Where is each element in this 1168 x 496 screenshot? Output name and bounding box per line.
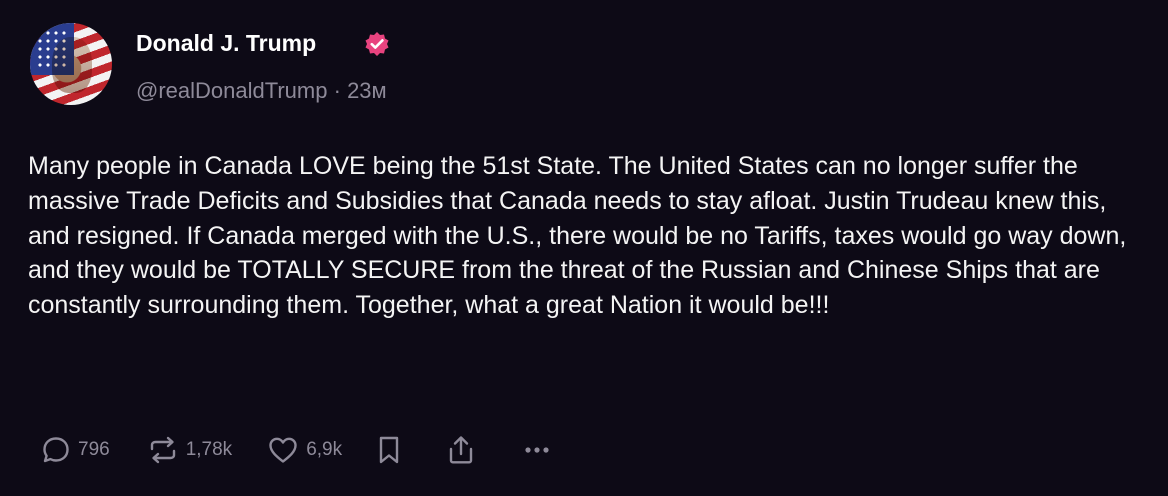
post-meta: @realDonaldTrump · 23м	[136, 78, 387, 104]
reply-button[interactable]: 796	[40, 434, 110, 466]
author-handle[interactable]: @realDonaldTrump	[136, 78, 327, 103]
share-icon	[449, 436, 473, 464]
more-button[interactable]	[522, 434, 552, 466]
post-body: Many people in Canada LOVE being the 51s…	[28, 152, 1127, 320]
repost-button[interactable]: 1,78k	[146, 434, 232, 466]
share-button[interactable]	[446, 434, 476, 466]
post-card: Donald J. Trump @realDonaldTrump · 23м M…	[0, 0, 1168, 496]
repost-icon	[150, 436, 175, 464]
reply-icon	[43, 437, 69, 463]
more-icon	[525, 447, 549, 453]
author-display-name[interactable]: Donald J. Trump	[136, 30, 316, 57]
bookmark-icon	[379, 436, 399, 464]
reply-count: 796	[78, 439, 110, 460]
bookmark-button[interactable]	[376, 434, 402, 466]
like-button[interactable]: 6,9k	[266, 434, 342, 466]
avatar[interactable]	[30, 23, 112, 105]
action-bar: 796 1,78k 6,9k	[40, 430, 552, 470]
avatar-face	[52, 37, 92, 93]
like-count: 6,9k	[306, 439, 343, 460]
heart-icon	[269, 437, 297, 463]
meta-separator: ·	[333, 78, 341, 103]
repost-count: 1,78k	[185, 439, 233, 460]
post-timestamp[interactable]: 23м	[347, 78, 387, 103]
verified-badge-icon	[365, 32, 389, 56]
